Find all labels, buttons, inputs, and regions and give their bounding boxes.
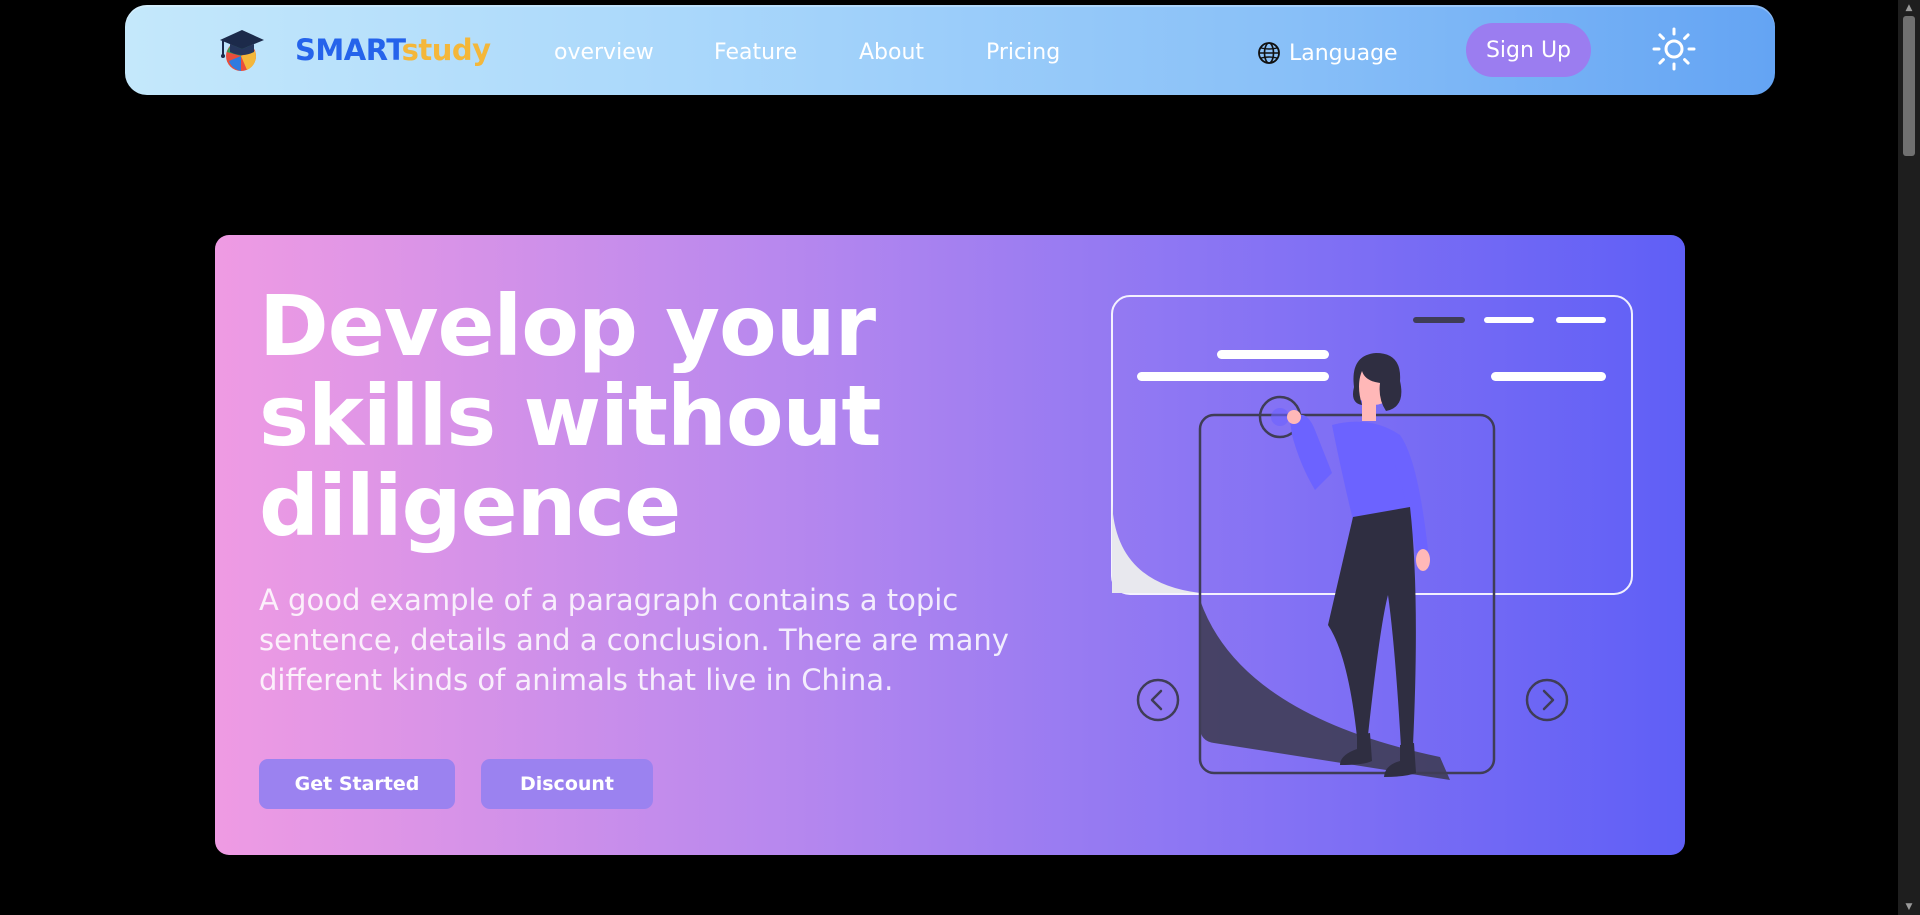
scrollbar-thumb[interactable] — [1903, 16, 1915, 156]
get-started-button[interactable]: Get Started — [259, 759, 455, 809]
chevron-left-circle-icon[interactable] — [1135, 677, 1181, 723]
page-scrollbar[interactable]: ▲ ▼ — [1898, 0, 1920, 915]
brand-name-smart: SMART — [295, 33, 402, 67]
hero-section: Develop your skills without diligence A … — [215, 235, 1685, 855]
language-label: Language — [1289, 40, 1398, 66]
language-selector[interactable]: Language — [1257, 39, 1398, 67]
scroll-down-arrow-icon[interactable]: ▼ — [1898, 899, 1920, 915]
graduation-cap-logo-icon[interactable] — [217, 25, 267, 75]
discount-button[interactable]: Discount — [481, 759, 653, 809]
sign-up-button[interactable]: Sign Up — [1466, 23, 1591, 77]
woman-presenting-slides-illustration — [1111, 295, 1633, 780]
hero-headline: Develop your skills without diligence — [259, 277, 882, 555]
nav-link-about[interactable]: About — [859, 39, 924, 67]
navbar: SMARTstudy overview Feature About Pricin… — [125, 5, 1775, 95]
nav-link-feature[interactable]: Feature — [714, 39, 797, 67]
brand-name-study: study — [401, 33, 491, 67]
hero-description: A good example of a paragraph contains a… — [259, 583, 1009, 697]
sun-icon[interactable] — [1651, 26, 1697, 72]
chevron-right-circle-icon[interactable] — [1524, 677, 1570, 723]
globe-icon — [1258, 42, 1280, 64]
nav-link-pricing[interactable]: Pricing — [986, 39, 1060, 67]
scroll-up-arrow-icon[interactable]: ▲ — [1898, 0, 1920, 16]
brand-name[interactable]: SMARTstudy — [295, 33, 491, 67]
nav-link-overview[interactable]: overview — [554, 39, 654, 67]
